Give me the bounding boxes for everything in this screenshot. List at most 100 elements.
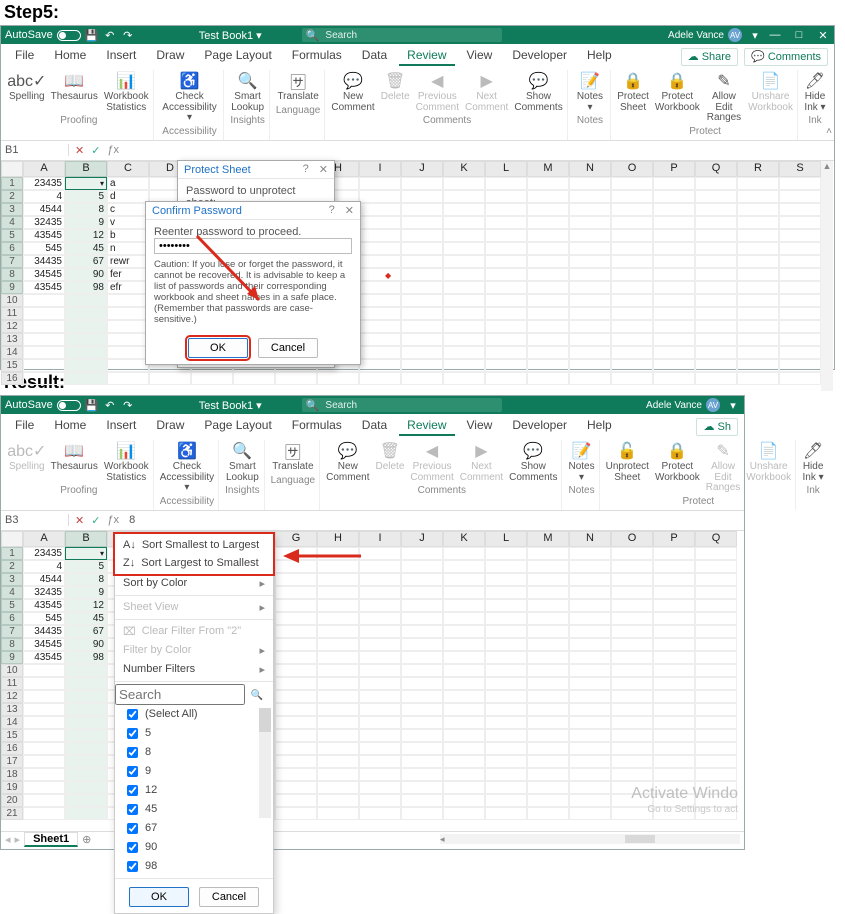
cell[interactable] [317,664,359,677]
cell[interactable] [485,216,527,229]
cell[interactable] [653,216,695,229]
tab-draw[interactable]: Draw [148,46,192,66]
filter-item[interactable]: 9 [115,762,273,781]
cell[interactable] [359,807,401,820]
tab-insert[interactable]: Insert [98,46,144,66]
cell[interactable] [527,703,569,716]
cell[interactable] [107,346,149,359]
cell[interactable] [695,742,737,755]
cell[interactable] [485,255,527,268]
row-header[interactable]: 1 [1,547,23,560]
cell[interactable] [401,203,443,216]
cell[interactable] [443,216,485,229]
cell[interactable] [611,599,653,612]
cell[interactable] [359,190,401,203]
row-header[interactable]: 14 [1,346,23,359]
cell[interactable] [359,177,401,190]
cell[interactable] [653,612,695,625]
cell[interactable] [401,560,443,573]
cell[interactable] [275,625,317,638]
ribbon-smart-lookup[interactable]: 🔍SmartLookup [231,70,264,113]
cell[interactable]: 45 [65,612,107,625]
cell[interactable]: ▾ [65,177,107,190]
cell[interactable]: 32435 [23,586,65,599]
cell[interactable] [695,307,737,320]
cell[interactable] [401,703,443,716]
cell[interactable] [569,612,611,625]
cell[interactable] [317,807,359,820]
vscroll-up[interactable]: ▲ [823,161,832,171]
cell[interactable] [275,716,317,729]
cell[interactable] [359,677,401,690]
cell[interactable]: 9 [65,586,107,599]
cell[interactable] [485,372,527,385]
titlebar-search[interactable]: 🔍 [302,398,502,412]
cell[interactable] [485,268,527,281]
titlebar-search-input[interactable] [323,399,497,412]
cell[interactable] [569,190,611,203]
ribbon-unprotect-sheet[interactable]: 🔓UnprotectSheet [606,440,649,494]
cell[interactable] [359,573,401,586]
col-header[interactable]: M [527,531,569,547]
row-header[interactable]: 8 [1,268,23,281]
cell[interactable] [569,346,611,359]
cell[interactable] [401,307,443,320]
cell[interactable]: 90 [65,638,107,651]
tab-view[interactable]: View [459,46,501,66]
tab-file[interactable]: File [7,416,42,436]
cell[interactable] [737,216,779,229]
cell[interactable] [527,638,569,651]
cell[interactable] [695,755,737,768]
cell[interactable] [569,586,611,599]
cell[interactable] [611,742,653,755]
filter-checkbox[interactable] [127,842,138,853]
cell[interactable] [611,359,653,372]
cell[interactable] [401,177,443,190]
cell[interactable] [23,372,65,385]
cell[interactable]: efr [107,281,149,294]
cell[interactable]: ▾ [65,547,107,560]
cell[interactable] [779,177,821,190]
cell[interactable] [569,794,611,807]
cell[interactable] [443,651,485,664]
tab-formulas[interactable]: Formulas [284,46,350,66]
col-header[interactable]: Q [695,161,737,177]
cell[interactable] [527,599,569,612]
cell[interactable] [611,346,653,359]
cell[interactable] [527,333,569,346]
cell[interactable] [443,677,485,690]
cell[interactable] [317,599,359,612]
cell[interactable] [737,242,779,255]
cell[interactable] [65,346,107,359]
cell[interactable] [275,794,317,807]
cell[interactable] [695,716,737,729]
cell[interactable] [527,573,569,586]
cell[interactable] [317,794,359,807]
row-header[interactable]: 2 [1,560,23,573]
row-header[interactable]: 7 [1,255,23,268]
cell[interactable] [401,294,443,307]
cell[interactable] [527,255,569,268]
cell[interactable] [443,320,485,333]
cell[interactable] [695,638,737,651]
cell[interactable] [485,229,527,242]
col-header[interactable]: L [485,531,527,547]
fx-icon[interactable]: ƒx [107,144,119,157]
autosave-toggle[interactable] [57,400,81,411]
cell[interactable] [653,573,695,586]
hscroll[interactable]: ◂ [440,834,740,844]
cell[interactable] [317,755,359,768]
cell[interactable]: 90 [65,268,107,281]
cell[interactable] [737,294,779,307]
cell[interactable]: rewr [107,255,149,268]
cell[interactable] [653,690,695,703]
cell[interactable] [653,333,695,346]
cell[interactable] [359,333,401,346]
cell[interactable] [443,690,485,703]
cell[interactable]: 8 [65,203,107,216]
cell[interactable] [275,703,317,716]
tab-page-layout[interactable]: Page Layout [196,46,279,66]
cell[interactable] [737,177,779,190]
cell[interactable] [611,768,653,781]
cell[interactable] [275,781,317,794]
